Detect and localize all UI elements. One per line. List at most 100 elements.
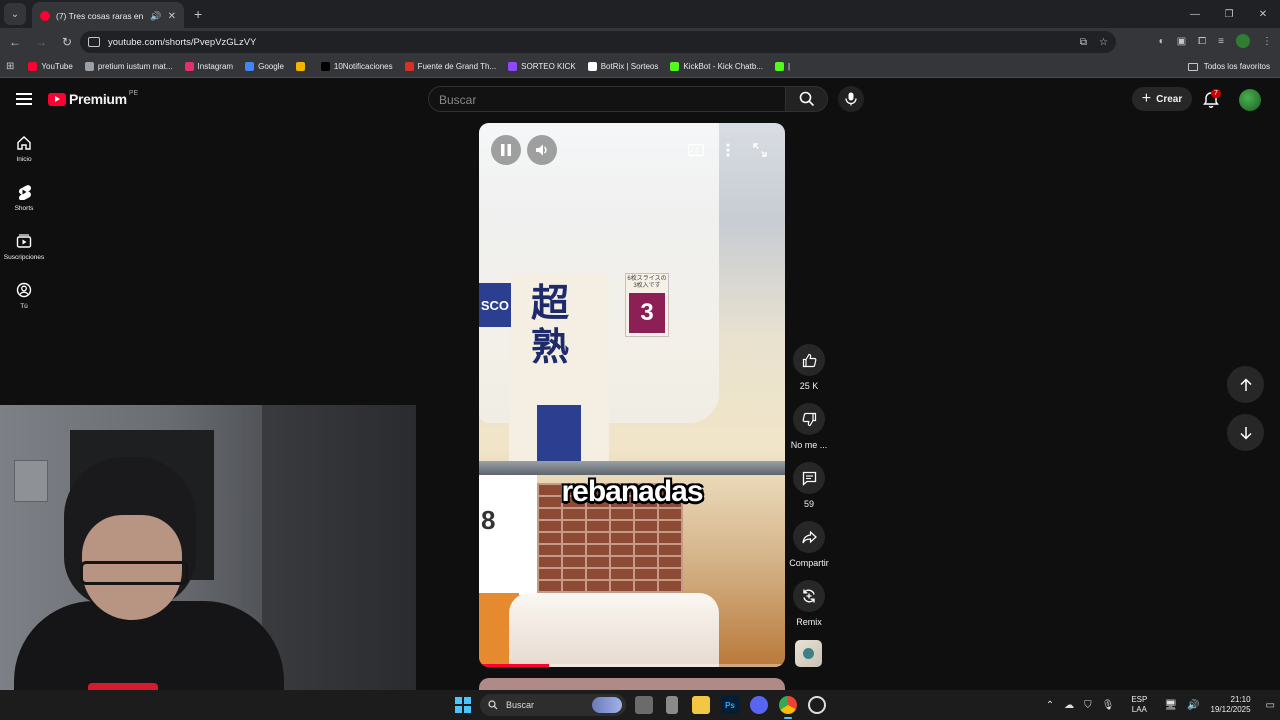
bookmark-item[interactable]: Instagram: [184, 62, 233, 71]
taskbar-search-placeholder: Buscar: [506, 700, 535, 710]
onedrive-icon[interactable]: ☁: [1064, 700, 1074, 711]
reload-button[interactable]: ↻: [56, 35, 78, 49]
close-tab-icon[interactable]: ✕: [168, 11, 176, 22]
arrow-up-icon: [1239, 377, 1252, 391]
bookmark-item[interactable]: BotRix | Sorteos: [587, 62, 658, 71]
browser-tab[interactable]: (7) Tres cosas raras en Japó 🔊 ✕: [32, 2, 184, 30]
windows-start-icon[interactable]: [455, 697, 471, 713]
account-avatar[interactable]: [1239, 89, 1261, 111]
windows-taskbar: Buscar Ps ⌃ ☁ ⛉ 🎙 ESP LAA 🖥 🔊 21:10 19/1…: [0, 690, 1280, 720]
restore-button[interactable]: ❐: [1212, 0, 1246, 28]
close-window-button[interactable]: ✕: [1246, 0, 1280, 28]
apps-grid-icon[interactable]: ⊞: [6, 61, 14, 72]
notifications-icon[interactable]: ▭: [1266, 700, 1275, 711]
like-action: 25 K: [788, 344, 830, 403]
speaker-icon[interactable]: 🔊: [1187, 700, 1199, 711]
youtube-favicon-icon: [40, 11, 50, 21]
bookmark-item[interactable]: SORTEO KICK: [508, 62, 576, 71]
bookmark-favicon-icon: [670, 62, 680, 71]
tab-title: (7) Tres cosas raras en Japó: [56, 11, 146, 21]
sidebar-item-label: Shorts: [14, 204, 34, 212]
subscriptions-icon: [16, 233, 32, 248]
captions-button[interactable]: CC: [685, 139, 707, 161]
install-app-icon[interactable]: ⧉: [1080, 37, 1087, 48]
chevron-up-icon[interactable]: ⌃: [1046, 700, 1054, 711]
create-button[interactable]: + Crear: [1132, 87, 1192, 111]
bookmark-item[interactable]: pretium iustum mat...: [84, 62, 173, 71]
volume-button[interactable]: [527, 135, 557, 165]
voice-search-button[interactable]: [838, 86, 864, 112]
media-controls-icon[interactable]: ≡: [1218, 36, 1224, 47]
clock[interactable]: 21:10 19/12/2025: [1211, 695, 1251, 715]
menu-hamburger-icon[interactable]: [16, 93, 32, 105]
site-info-icon[interactable]: [88, 37, 100, 47]
extension-icon[interactable]: ▣: [1177, 36, 1186, 47]
search-icon: [488, 700, 498, 710]
bookmark-item[interactable]: 10Notificaciones: [320, 62, 393, 71]
microphone-icon[interactable]: 🎙: [1102, 700, 1115, 711]
comments-button[interactable]: [793, 462, 825, 494]
obs-icon[interactable]: [808, 696, 826, 714]
pause-button[interactable]: [491, 135, 521, 165]
share-button[interactable]: [793, 521, 825, 553]
remix-button[interactable]: [793, 580, 825, 612]
bookmark-item[interactable]: Fuente de Grand Th...: [404, 62, 496, 71]
bookmark-label: Google: [258, 62, 284, 71]
video-progress-bar[interactable]: [479, 664, 785, 667]
webcam-door: [262, 405, 416, 720]
next-short-preview[interactable]: [479, 678, 785, 690]
tab-search-button[interactable]: ⌄: [4, 3, 26, 25]
more-options-button[interactable]: [717, 139, 739, 161]
taskbar-search-box[interactable]: Buscar: [480, 694, 626, 716]
network-icon[interactable]: 🖥: [1164, 700, 1177, 711]
photoshop-icon[interactable]: Ps: [721, 696, 739, 714]
shorts-video-player[interactable]: SCO 超 熟 6枚スライスの 3枚入です 3 8 rebanadas CC: [479, 123, 785, 667]
bookmark-item[interactable]: |: [774, 62, 791, 71]
extension-icon[interactable]: ◐: [1159, 36, 1165, 47]
remix-icon: [803, 589, 815, 603]
like-button[interactable]: [793, 344, 825, 376]
bookmark-item[interactable]: [295, 62, 309, 71]
file-explorer-icon[interactable]: [692, 696, 710, 714]
new-tab-button[interactable]: +: [194, 6, 202, 22]
profile-avatar[interactable]: [1236, 34, 1250, 48]
second-bread-bag-image: [509, 593, 719, 667]
forward-button[interactable]: →: [30, 35, 52, 49]
youtube-premium-logo[interactable]: Premium PE: [48, 90, 138, 107]
sidebar-item-shorts[interactable]: Shorts: [0, 173, 48, 222]
task-view-icon[interactable]: [635, 696, 653, 714]
search-input[interactable]: Buscar: [428, 86, 786, 112]
remix-label: Remix: [796, 617, 822, 627]
all-bookmarks-folder[interactable]: Todos los favoritos: [1187, 62, 1270, 71]
app-icon[interactable]: [666, 696, 678, 714]
back-button[interactable]: ←: [4, 35, 26, 49]
chrome-icon[interactable]: [779, 696, 797, 714]
address-bar[interactable]: youtube.com/shorts/PvepVzGLzVY ⧉ ☆: [80, 31, 1116, 53]
next-short-button[interactable]: [1227, 414, 1264, 451]
sidebar-item-suscripciones[interactable]: Suscripciones: [0, 222, 48, 271]
sidebar-item-tu[interactable]: Tú: [0, 271, 48, 320]
input-language[interactable]: ESP LAA: [1131, 695, 1147, 715]
bookmark-star-icon[interactable]: ☆: [1099, 37, 1108, 48]
search-button[interactable]: [786, 86, 828, 112]
bookmark-item[interactable]: Google: [245, 62, 284, 71]
sidebar-item-inicio[interactable]: Inicio: [0, 124, 48, 173]
bookmark-item[interactable]: YouTube: [28, 62, 73, 71]
minimize-button[interactable]: —: [1178, 0, 1212, 28]
previous-short-button[interactable]: [1227, 366, 1264, 403]
defender-icon[interactable]: ⛉: [1084, 700, 1092, 711]
thumbs-down-icon: [802, 412, 816, 426]
comment-count: 59: [803, 499, 814, 509]
chrome-menu-icon[interactable]: ⋮: [1262, 36, 1272, 47]
fullscreen-button[interactable]: [749, 139, 771, 161]
bookmark-item[interactable]: KickBot - Kick Chatb...: [670, 62, 763, 71]
bookmark-label: |: [787, 62, 791, 71]
speaker-icon[interactable]: 🔊: [150, 11, 161, 22]
extensions-puzzle-icon[interactable]: ⧠: [1198, 36, 1206, 47]
dislike-button[interactable]: [793, 403, 825, 435]
bookmark-label: KickBot - Kick Chatb...: [683, 62, 763, 71]
bookmark-favicon-icon: [320, 62, 330, 71]
bookmark-label: 10Notificaciones: [333, 62, 393, 71]
discord-icon[interactable]: [750, 696, 768, 714]
sound-thumbnail[interactable]: [795, 640, 822, 667]
